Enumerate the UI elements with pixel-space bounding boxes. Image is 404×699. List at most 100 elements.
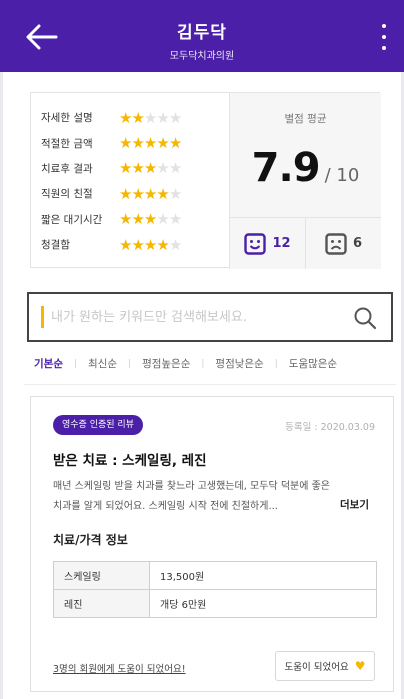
review-body: 매년 스케일링 받을 치과를 찾느라 고생했는데, 모두닥 덕분에 좋은 치과를… [53, 481, 331, 512]
average-score-max: / 10 [324, 165, 360, 186]
search-caret [41, 306, 44, 328]
star-icon: ★ [143, 210, 157, 229]
star-icon: ★ [131, 210, 144, 229]
star-icon: ★ [156, 210, 169, 229]
star-icon: ★ [119, 210, 132, 229]
star-icon: ★ [119, 184, 132, 203]
star-icon: ★ [168, 235, 182, 254]
header-title-group: 김두닥 모두닥치과의원 [0, 18, 404, 62]
star-icon: ★ [119, 159, 132, 178]
review-date: 등록일 : 2020.03.09 [285, 422, 375, 433]
app-header: 김두닥 모두닥치과의원 [0, 0, 404, 72]
helpful-button-label: 도움이 되었어요 [284, 662, 349, 673]
rating-row: 자세한 설명 ★ ★ ★ ★ ★ [41, 105, 229, 130]
sort-option[interactable]: 평점높은순 [142, 356, 190, 371]
star-icon: ★ [131, 108, 144, 127]
sort-separator: | [73, 358, 78, 369]
treatment-name: 스케일링 [53, 561, 150, 590]
average-score-value: 7.9 [251, 145, 321, 191]
star-icon: ★ [168, 210, 182, 229]
star-icon: ★ [156, 134, 169, 153]
star-rating: ★ ★ ★ ★ ★ [119, 108, 182, 127]
good-count: 12 [272, 236, 291, 251]
bad-count: 6 [352, 236, 363, 251]
star-icon: ★ [168, 159, 182, 178]
star-icon: ★ [119, 134, 132, 153]
good-reaction[interactable]: 12 [230, 218, 305, 269]
sort-option[interactable]: 도움많은순 [289, 356, 337, 371]
reaction-row: 12 6 [230, 217, 381, 269]
price-info-title: 치료/가격 정보 [53, 533, 128, 547]
review-card: 영수증 인증된 리뷰 등록일 : 2020.03.09 받은 치료 : 스케일링… [30, 396, 394, 692]
star-icon: ★ [131, 235, 144, 254]
helpful-button[interactable]: 도움이 되었어요 ♥ [275, 651, 375, 681]
search-box[interactable] [27, 292, 393, 342]
page-subtitle: 모두닥치과의원 [169, 51, 235, 62]
sad-face-icon [325, 232, 347, 255]
star-rating: ★ ★ ★ ★ ★ [119, 184, 182, 203]
star-icon: ★ [131, 159, 144, 178]
rating-summary: 자세한 설명 ★ ★ ★ ★ ★ 적절한 금액 ★ ★ ★ ★ ★ 치료후 결과 ★ ★ ★ ★ ★ 직원의 친절 ★… [30, 92, 381, 269]
rating-row: 짧은 대기시간 ★ ★ ★ ★ ★ [41, 207, 229, 232]
search-input[interactable] [51, 304, 351, 330]
price-table: 스케일링 13,500원 레진 개당 6만원 [53, 561, 377, 618]
star-icon: ★ [119, 108, 132, 127]
review-title: 받은 치료 : 스케일링, 레진 [53, 453, 207, 469]
heart-icon: ♥ [354, 659, 366, 673]
sort-separator: | [128, 358, 132, 369]
rating-label: 청결함 [41, 239, 70, 252]
star-rating: ★ ★ ★ ★ ★ [119, 210, 182, 229]
rating-row: 적절한 금액 ★ ★ ★ ★ ★ [41, 130, 229, 155]
more-vertical-icon [382, 24, 386, 28]
rating-label: 자세한 설명 [41, 112, 93, 125]
left-edge [0, 72, 3, 699]
rating-row: 직원의 친절 ★ ★ ★ ★ ★ [41, 181, 229, 206]
average-label: 별점 평균 [284, 113, 327, 125]
sort-option[interactable]: 기본순 [34, 356, 63, 371]
star-icon: ★ [156, 108, 169, 127]
section-divider [24, 384, 396, 385]
more-menu-button[interactable] [378, 24, 390, 50]
rating-list: 자세한 설명 ★ ★ ★ ★ ★ 적절한 금액 ★ ★ ★ ★ ★ 치료후 결과 ★ ★ ★ ★ ★ 직원의 친절 ★… [31, 93, 229, 269]
sort-option[interactable]: 최신순 [88, 356, 117, 371]
star-icon: ★ [168, 134, 182, 153]
score-panel: 별점 평균 7.9 / 10 12 6 [229, 93, 381, 269]
helpful-count-text[interactable]: 3명의 회원에게 도움이 되었어요! [53, 661, 186, 675]
rating-label: 직원의 친절 [41, 188, 93, 201]
star-icon: ★ [156, 184, 169, 203]
page-title: 김두닥 [177, 23, 227, 43]
star-rating: ★ ★ ★ ★ ★ [119, 235, 182, 254]
star-rating: ★ ★ ★ ★ ★ [119, 159, 182, 178]
smile-face-icon [244, 232, 267, 255]
sort-separator: | [201, 358, 205, 369]
star-icon: ★ [119, 235, 132, 254]
price-row: 스케일링 13,500원 [53, 561, 377, 590]
average-score: 7.9 / 10 [230, 145, 381, 191]
star-icon: ★ [143, 159, 157, 178]
treatment-price: 13,500원 [149, 561, 377, 590]
star-icon: ★ [143, 184, 157, 203]
rating-label: 적절한 금액 [41, 137, 93, 150]
star-icon: ★ [143, 108, 157, 127]
rating-label: 짧은 대기시간 [41, 213, 103, 226]
star-rating: ★ ★ ★ ★ ★ [119, 134, 182, 153]
treatment-name: 레진 [53, 589, 150, 618]
price-row: 레진 개당 6만원 [53, 589, 377, 618]
star-icon: ★ [168, 184, 182, 203]
sort-separator: | [274, 358, 278, 369]
star-icon: ★ [131, 184, 144, 203]
rating-row: 치료후 결과 ★ ★ ★ ★ ★ [41, 156, 229, 181]
sort-option[interactable]: 평점낮은순 [215, 356, 263, 371]
star-icon: ★ [143, 235, 157, 254]
star-icon: ★ [143, 134, 157, 153]
star-icon: ★ [156, 235, 169, 254]
search-icon[interactable] [353, 306, 377, 330]
rating-row: 청결함 ★ ★ ★ ★ ★ [41, 232, 229, 257]
read-more-link[interactable]: 더보기 [340, 497, 369, 512]
bad-reaction[interactable]: 6 [305, 218, 381, 269]
rating-label: 치료후 결과 [41, 162, 93, 175]
star-icon: ★ [168, 108, 182, 127]
receipt-verified-badge: 영수증 인증된 리뷰 [53, 415, 143, 435]
star-icon: ★ [131, 134, 144, 153]
sort-options: 기본순 | 최신순 | 평점높은순 | 평점낮은순 | 도움많은순 [34, 356, 384, 371]
